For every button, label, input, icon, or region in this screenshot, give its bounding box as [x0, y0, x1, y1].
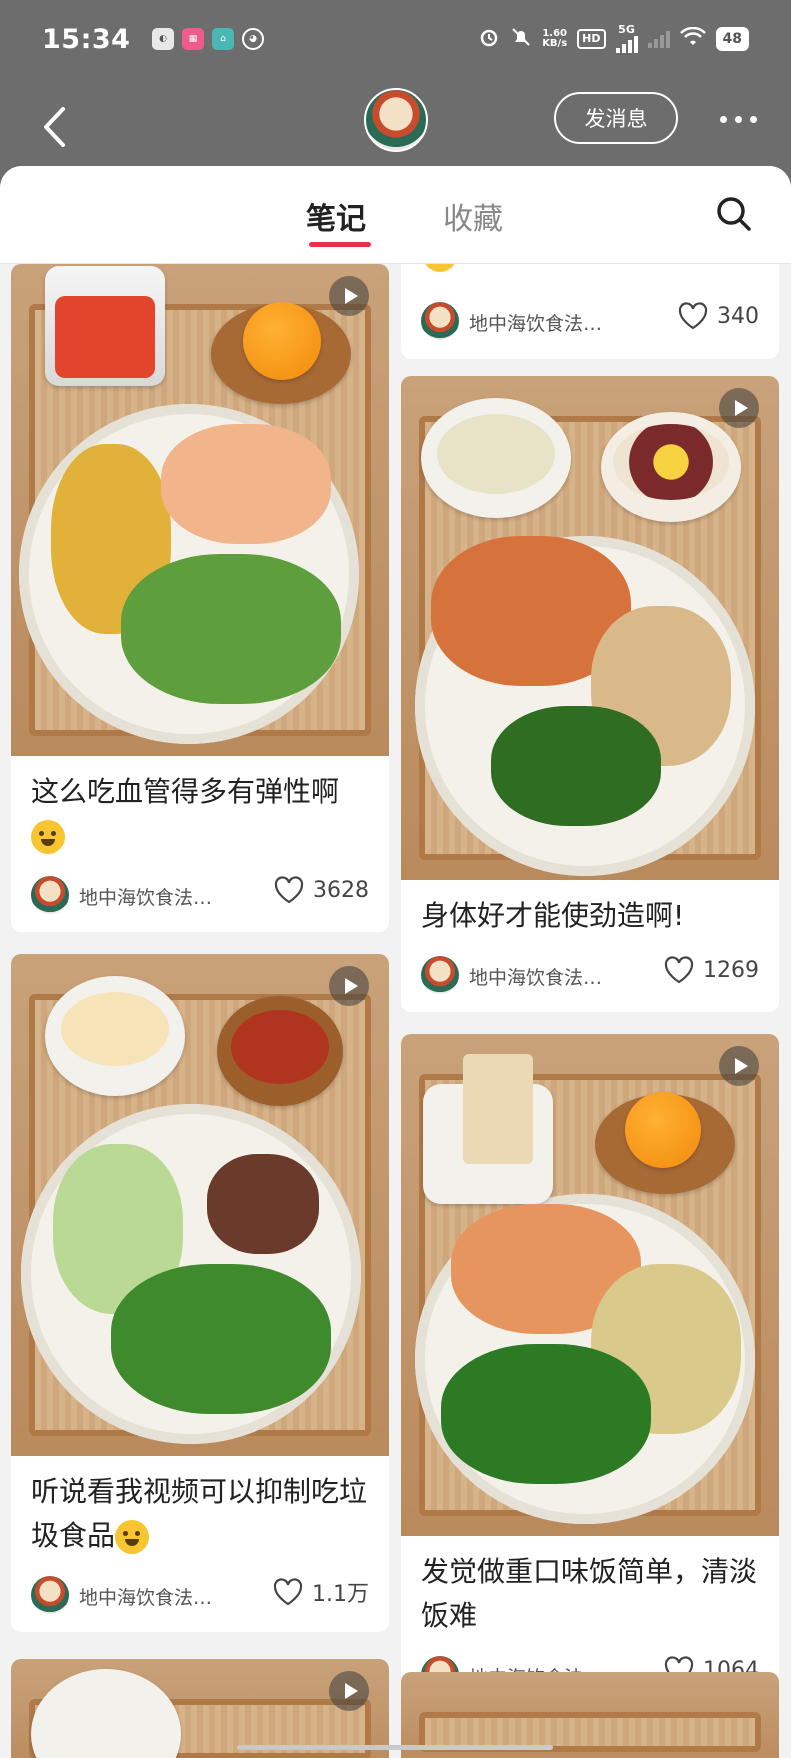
note-card[interactable]: 听说看我视频可以抑制吃垃圾食品 地中海饮食法… 1.1万 [11, 954, 389, 1632]
note-card[interactable]: 地中海饮食法… 340 [401, 264, 779, 359]
shopping-app-icon: ▦ [182, 28, 204, 50]
like-button[interactable]: 1269 [663, 956, 759, 984]
author-avatar [421, 956, 459, 994]
face-emoji-icon [31, 820, 65, 854]
search-icon [717, 197, 751, 231]
leaf-app-icon: ◐ [152, 28, 174, 50]
juice-glass [45, 266, 165, 386]
home-indicator[interactable] [237, 1745, 553, 1750]
note-title: 这么吃血管得多有弹性啊 [11, 756, 389, 858]
tofu-soup-bowl [421, 398, 571, 518]
laughing-emoji-icon [115, 1520, 150, 1554]
author-name: 地中海饮食法… [469, 967, 603, 989]
status-time: 15:34 [42, 24, 131, 55]
hd-badge: HD [577, 28, 606, 49]
more-options-button[interactable] [708, 104, 768, 134]
play-icon [719, 1046, 759, 1086]
like-button[interactable]: 340 [677, 302, 759, 330]
patty-food [207, 1154, 319, 1254]
back-button[interactable] [34, 102, 74, 152]
like-count: 3628 [313, 877, 369, 903]
search-button[interactable] [714, 194, 754, 234]
play-icon [329, 276, 369, 316]
greens-food [111, 1264, 331, 1414]
more-dots-icon [719, 115, 727, 123]
note-meta: 地中海饮食法… 340 [401, 284, 779, 358]
play-icon [329, 966, 369, 1006]
status-bar: 15:34 ◐ ▦ ⌂ ◕ 1.60 KB/s HD 5G 48 [0, 0, 791, 84]
greens-food [121, 554, 341, 704]
author-avatar [31, 876, 69, 914]
tab-favorites[interactable]: 收藏 [443, 194, 503, 238]
cat-app-icon: ◕ [242, 28, 264, 50]
orange-fruit [243, 302, 321, 380]
tab-notes[interactable]: 笔记 [306, 194, 366, 238]
like-button[interactable]: 3628 [273, 876, 369, 904]
author-name: 地中海饮食法… [469, 313, 603, 335]
note-cover-image [401, 1034, 779, 1536]
notes-feed: 这么吃血管得多有弹性啊 地中海饮食法… 3628 听说看我视频可以抑制吃垃圾食品… [0, 264, 791, 1758]
mug [423, 1054, 553, 1204]
battery-indicator: 48 [715, 26, 749, 51]
note-title: 身体好才能使劲造啊! [421, 899, 685, 932]
smile-emoji-icon [423, 264, 457, 272]
note-cover-image [11, 954, 389, 1456]
note-meta: 地中海饮食法… 1269 [401, 938, 779, 1012]
profile-avatar[interactable] [364, 88, 428, 152]
beans-rice-bowl [601, 412, 741, 522]
alarm-icon [478, 26, 500, 52]
like-count: 340 [717, 303, 759, 329]
author-name: 地中海饮食法… [79, 887, 213, 909]
chevron-left-icon [44, 107, 65, 147]
network-speed: 1.60 KB/s [542, 27, 568, 49]
note-title: 听说看我视频可以抑制吃垃圾食品 [31, 1475, 368, 1554]
note-card[interactable]: 发觉做重口味饭简单，清淡饭难 地中海饮食法… 1064 [401, 1034, 779, 1712]
note-card[interactable] [11, 1659, 389, 1758]
active-tab-indicator [309, 242, 371, 247]
play-icon [719, 388, 759, 428]
signal-bars-icon [615, 35, 638, 53]
note-cover-image [11, 264, 389, 756]
like-button[interactable]: 1.1万 [272, 1576, 369, 1608]
author-name: 地中海饮食法… [79, 1587, 213, 1609]
status-indicators: 1.60 KB/s HD 5G 48 [478, 24, 749, 53]
note-card[interactable]: 这么吃血管得多有弹性啊 地中海饮食法… 3628 [11, 264, 389, 932]
home-app-icon: ⌂ [212, 28, 234, 50]
greens-food [491, 706, 661, 826]
custard-bowl [45, 976, 185, 1096]
heart-icon [678, 302, 708, 330]
author-avatar [421, 302, 459, 340]
send-message-button[interactable]: 发消息 [554, 92, 678, 144]
content-sheet: 笔记 收藏 这么吃血管得多有弹性啊 地中海饮食法… 3628 听说看我视频可以抑… [0, 166, 791, 1758]
cellular-5g: 5G [615, 24, 638, 53]
author-avatar [31, 1576, 69, 1614]
status-app-icons: ◐ ▦ ⌂ ◕ [152, 28, 264, 50]
mute-bell-icon [510, 26, 532, 52]
tab-bar: 笔记 收藏 [0, 166, 791, 264]
heart-icon [664, 956, 694, 984]
heart-icon [273, 1578, 303, 1606]
note-title: 发觉做重口味饭简单，清淡饭难 [421, 1555, 758, 1632]
orange-fruit [625, 1092, 701, 1168]
like-count: 1.1万 [312, 1582, 369, 1607]
like-count: 1269 [703, 957, 759, 983]
signal-bars-secondary-icon [647, 30, 670, 48]
play-icon [329, 1671, 369, 1711]
note-card[interactable]: 身体好才能使劲造啊! 地中海饮食法… 1269 [401, 376, 779, 1012]
note-cover-image [401, 376, 779, 880]
shrimp-food [161, 424, 331, 544]
beans-bowl [217, 996, 343, 1106]
note-meta: 地中海饮食法… 3628 [11, 858, 389, 932]
heart-icon [274, 876, 304, 904]
green-beans-food [441, 1344, 651, 1484]
wifi-icon [679, 26, 706, 51]
note-meta: 地中海饮食法… 1.1万 [11, 1558, 389, 1632]
note-cover-image [11, 1659, 389, 1758]
